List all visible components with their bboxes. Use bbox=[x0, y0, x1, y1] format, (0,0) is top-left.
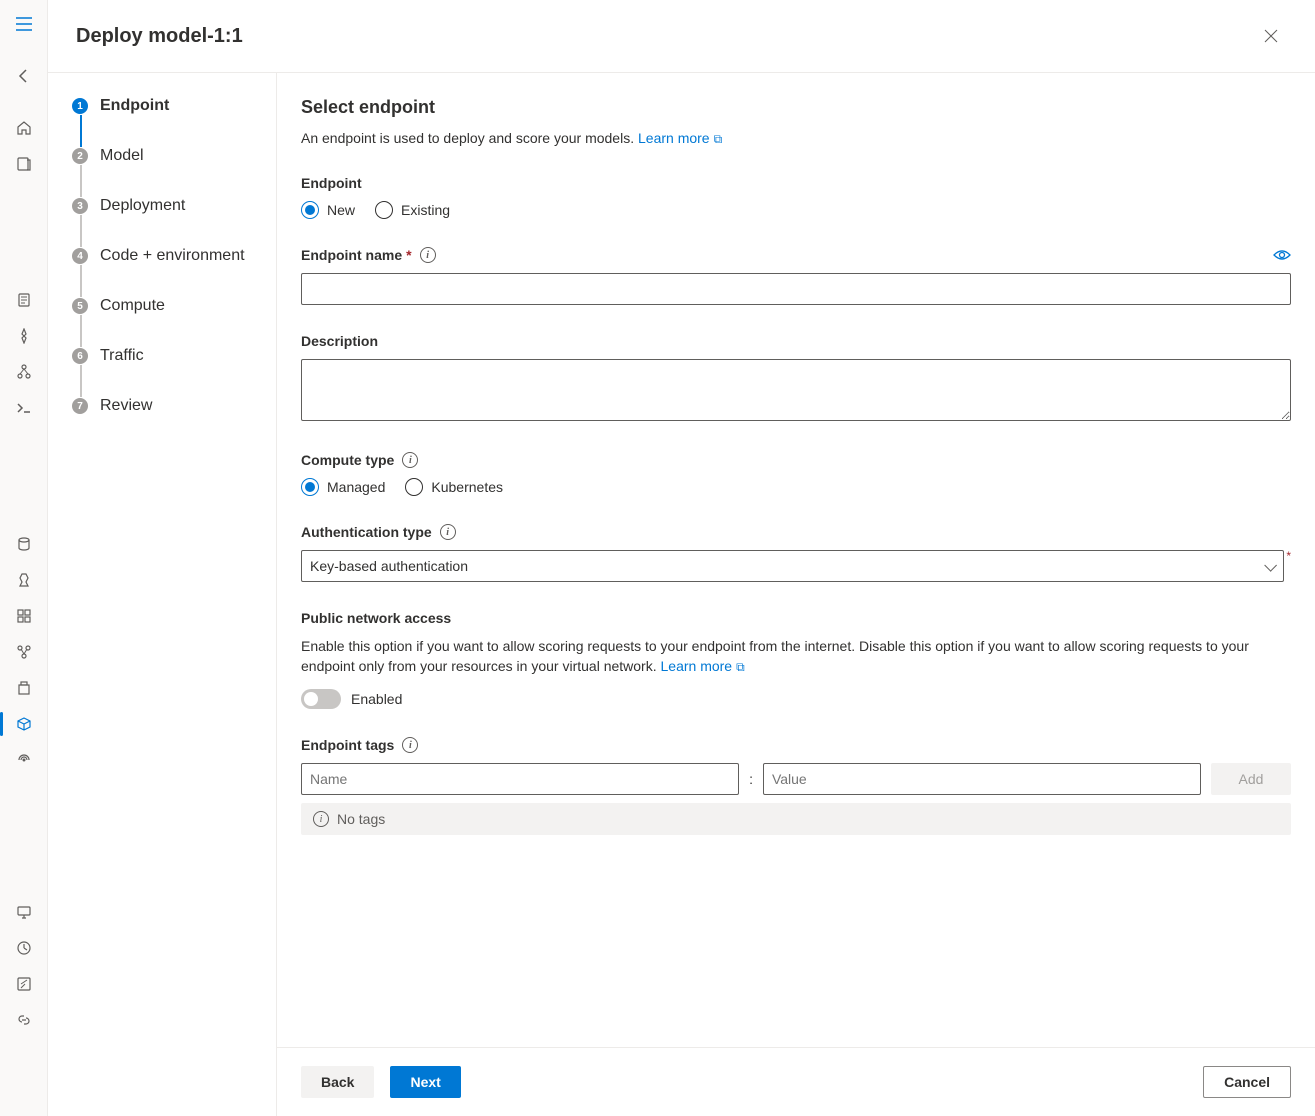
info-icon[interactable]: i bbox=[420, 247, 436, 263]
info-icon: i bbox=[313, 811, 329, 827]
notebook-icon[interactable] bbox=[8, 284, 40, 316]
compute-kubernetes-radio[interactable]: Kubernetes bbox=[405, 478, 503, 496]
section-title: Select endpoint bbox=[301, 97, 1291, 118]
labeling-icon[interactable] bbox=[8, 968, 40, 1000]
public-network-access-help: Enable this option if you want to allow … bbox=[301, 636, 1291, 677]
add-tag-button[interactable]: Add bbox=[1211, 763, 1291, 795]
automl-icon[interactable] bbox=[8, 320, 40, 352]
components-icon[interactable] bbox=[8, 600, 40, 632]
hamburger-icon[interactable] bbox=[8, 8, 40, 40]
dialog-title: Deploy model-1:1 bbox=[76, 25, 243, 48]
eye-icon[interactable] bbox=[1273, 249, 1291, 261]
close-button[interactable] bbox=[1255, 20, 1287, 52]
back-arrow-icon[interactable] bbox=[8, 60, 40, 92]
description-textarea[interactable] bbox=[301, 359, 1291, 421]
data-icon[interactable] bbox=[8, 528, 40, 560]
endpoint-existing-radio[interactable]: Existing bbox=[375, 201, 450, 219]
description-label: Description bbox=[301, 333, 1291, 349]
compute-managed-radio[interactable]: Managed bbox=[301, 478, 385, 496]
dialog-body: 1 Endpoint 2 Model 3 Deployment 4 Code +… bbox=[48, 73, 1315, 1116]
jobs-icon[interactable] bbox=[8, 564, 40, 596]
public-network-access-toggle[interactable] bbox=[301, 689, 341, 709]
monitoring-icon[interactable] bbox=[8, 932, 40, 964]
external-link-icon: ⧉ bbox=[736, 657, 745, 677]
back-button[interactable]: Back bbox=[301, 1066, 374, 1098]
endpoint-tags-label: Endpoint tags i bbox=[301, 737, 1291, 753]
next-button[interactable]: Next bbox=[390, 1066, 460, 1098]
models-icon[interactable] bbox=[8, 708, 40, 740]
step-review[interactable]: 7 Review bbox=[72, 397, 276, 415]
external-link-icon: ⧉ bbox=[714, 132, 723, 147]
prompt-icon[interactable] bbox=[8, 392, 40, 424]
info-icon[interactable]: i bbox=[402, 452, 418, 468]
public-network-access-label: Public network access bbox=[301, 610, 1291, 626]
auth-type-label: Authentication type i bbox=[301, 524, 1291, 540]
endpoint-name-label: Endpoint name * i bbox=[301, 247, 1291, 263]
tag-name-input[interactable] bbox=[301, 763, 739, 795]
endpoint-label: Endpoint bbox=[301, 175, 1291, 191]
deploy-dialog: Deploy model-1:1 1 Endpoint 2 Model 3 De… bbox=[48, 0, 1315, 1116]
toggle-label: Enabled bbox=[351, 691, 402, 707]
dialog-footer: Back Next Cancel bbox=[277, 1047, 1315, 1116]
endpoint-radio-group: New Existing bbox=[301, 201, 1291, 219]
auth-type-select[interactable]: Key-based authentication bbox=[301, 550, 1284, 582]
info-icon[interactable]: i bbox=[402, 737, 418, 753]
dialog-header: Deploy model-1:1 bbox=[48, 0, 1315, 73]
tags-input-row: : Add bbox=[301, 763, 1291, 795]
tag-value-input[interactable] bbox=[763, 763, 1201, 795]
learn-more-link[interactable]: Learn more⧉ bbox=[638, 130, 722, 146]
catalog-icon[interactable] bbox=[8, 148, 40, 180]
linked-icon[interactable] bbox=[8, 1004, 40, 1036]
compute-icon[interactable] bbox=[8, 896, 40, 928]
step-endpoint[interactable]: 1 Endpoint bbox=[72, 97, 276, 115]
environments-icon[interactable] bbox=[8, 672, 40, 704]
endpoint-new-radio[interactable]: New bbox=[301, 201, 355, 219]
form-panel: Select endpoint An endpoint is used to d… bbox=[277, 73, 1315, 1047]
info-icon[interactable]: i bbox=[440, 524, 456, 540]
home-icon[interactable] bbox=[8, 112, 40, 144]
section-description: An endpoint is used to deploy and score … bbox=[301, 130, 1291, 147]
step-compute[interactable]: 5 Compute bbox=[72, 297, 276, 315]
pipelines-icon[interactable] bbox=[8, 636, 40, 668]
endpoints-icon[interactable] bbox=[8, 744, 40, 776]
public-network-access-toggle-row: Enabled bbox=[301, 689, 1291, 709]
learn-more-link[interactable]: Learn more⧉ bbox=[661, 658, 745, 674]
endpoint-name-input[interactable] bbox=[301, 273, 1291, 305]
wizard-steps: 1 Endpoint 2 Model 3 Deployment 4 Code +… bbox=[48, 73, 277, 1116]
step-deployment[interactable]: 3 Deployment bbox=[72, 197, 276, 215]
left-nav-rail bbox=[0, 0, 48, 1116]
step-model[interactable]: 2 Model bbox=[72, 147, 276, 165]
tags-empty-state: i No tags bbox=[301, 803, 1291, 835]
step-traffic[interactable]: 6 Traffic bbox=[72, 347, 276, 365]
cancel-button[interactable]: Cancel bbox=[1203, 1066, 1291, 1098]
compute-type-radio-group: Managed Kubernetes bbox=[301, 478, 1291, 496]
designer-icon[interactable] bbox=[8, 356, 40, 388]
compute-type-label: Compute type i bbox=[301, 452, 1291, 468]
step-code-environment[interactable]: 4 Code + environment bbox=[72, 247, 276, 265]
